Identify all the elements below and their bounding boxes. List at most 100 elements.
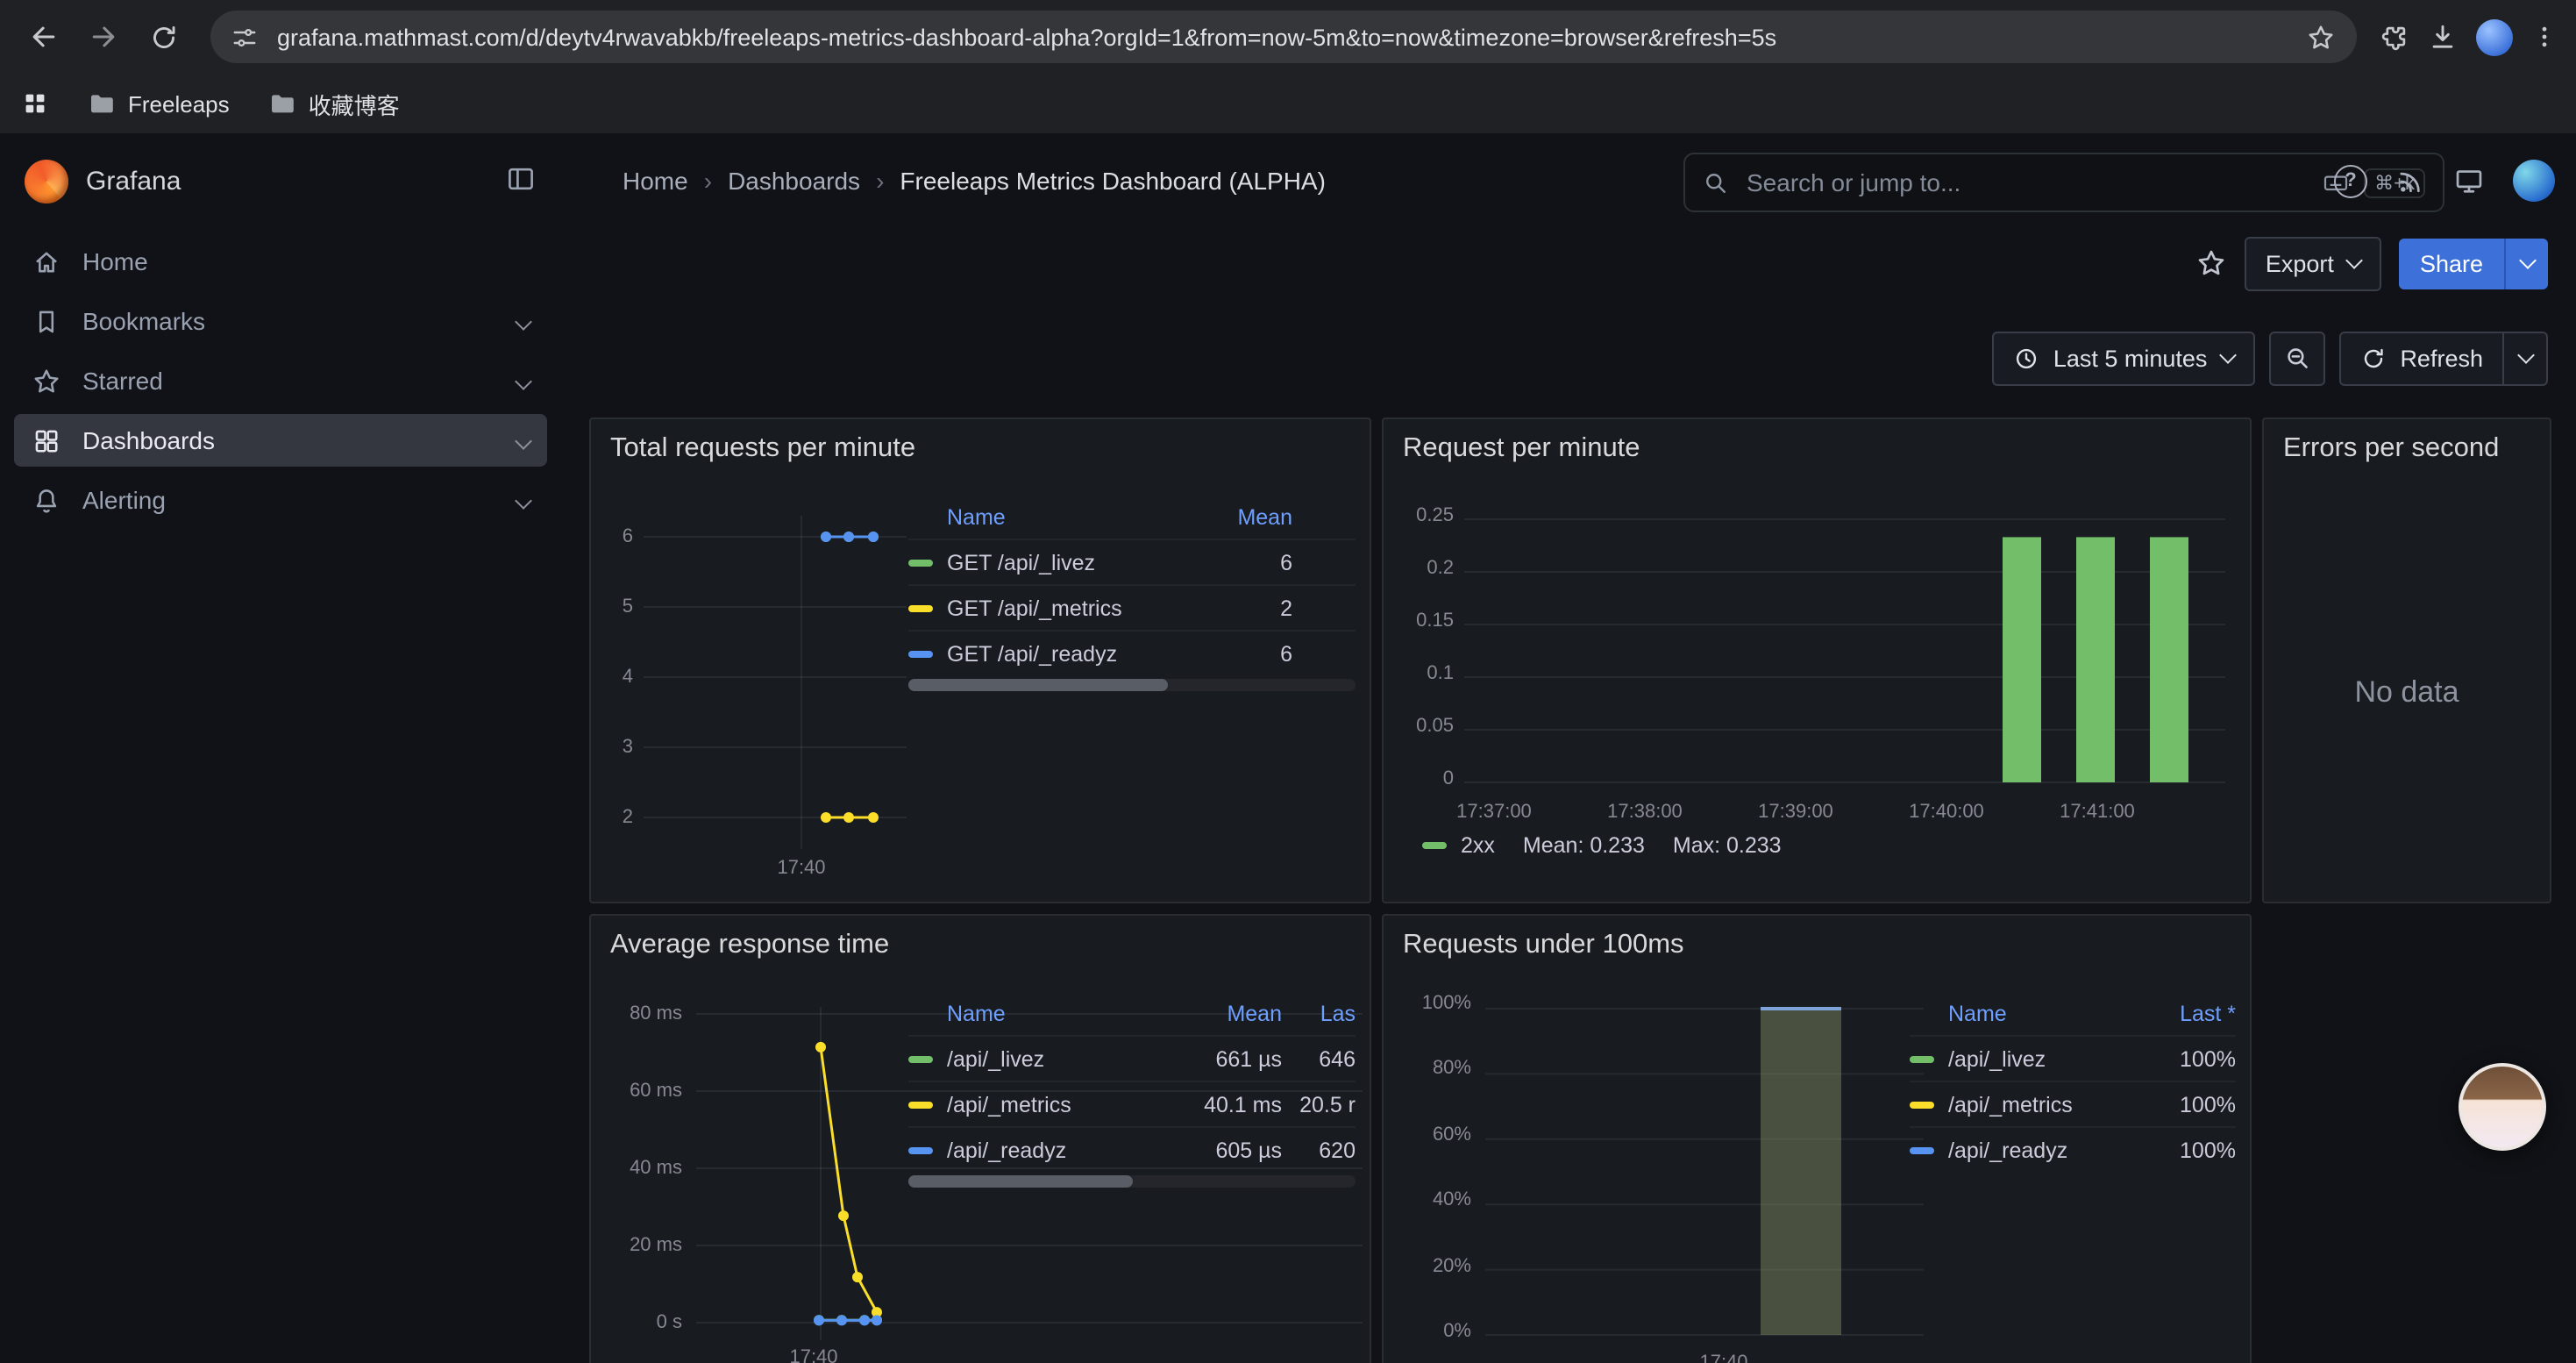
home-icon <box>32 246 61 276</box>
series-name[interactable]: /api/_readyz <box>947 1138 1066 1162</box>
chevron-down-icon[interactable] <box>515 372 532 389</box>
panel-errors-per-second: Errors per second No data <box>2262 417 2551 903</box>
breadcrumb-home[interactable]: Home <box>623 167 688 195</box>
series-swatch[interactable] <box>908 559 933 566</box>
y-tick: 0 s <box>591 1312 682 1333</box>
panel-title[interactable]: Requests under 100ms <box>1403 930 1684 961</box>
legend-header: Name Mean Las <box>908 993 1356 1035</box>
legend-col-name[interactable]: Name <box>1910 1002 2152 1026</box>
legend-col-name[interactable]: Name <box>908 505 1219 530</box>
share-menu-button[interactable] <box>2504 238 2548 289</box>
series-swatch[interactable] <box>908 1055 933 1062</box>
series-swatch[interactable] <box>908 604 933 611</box>
sidebar-item-dashboards[interactable]: Dashboards <box>14 414 547 467</box>
series-swatch[interactable] <box>908 650 933 657</box>
panel-title[interactable]: Request per minute <box>1403 433 1640 465</box>
star-icon <box>32 366 61 396</box>
legend-header: Name Mean <box>908 496 1356 539</box>
series-name[interactable]: GET /api/_metrics <box>947 596 1122 620</box>
legend-col-last[interactable]: Last * <box>2152 1002 2236 1026</box>
sidebar-item-alerting[interactable]: Alerting <box>14 474 547 526</box>
chevron-down-icon <box>2345 252 2363 269</box>
url-bar[interactable] <box>210 11 2357 63</box>
help-icon[interactable]: ? <box>2334 164 2367 197</box>
back-button[interactable] <box>18 11 70 63</box>
bookmark-item-freeleaps[interactable]: Freeleaps <box>88 89 230 118</box>
apps-grid-icon[interactable] <box>21 89 49 118</box>
chevron-down-icon[interactable] <box>515 312 532 330</box>
search-input[interactable] <box>1743 167 2308 198</box>
export-label: Export <box>2266 250 2334 276</box>
user-avatar[interactable] <box>2513 160 2555 202</box>
panel-title[interactable]: Errors per second <box>2283 433 2499 465</box>
series-swatch[interactable] <box>1910 1055 1934 1062</box>
kebab-menu-icon[interactable] <box>2530 23 2558 51</box>
sidebar-item-label: Starred <box>82 367 163 395</box>
chevron-down-icon[interactable] <box>515 432 532 449</box>
legend-col-name[interactable]: Name <box>908 1002 1184 1026</box>
back-arrow-icon <box>28 21 60 53</box>
request-per-minute-chart[interactable] <box>1464 507 2225 788</box>
series-name[interactable]: /api/_livez <box>1948 1046 2046 1071</box>
y-tick: 0.25 <box>1384 505 1454 526</box>
requests-under-100ms-chart[interactable] <box>1485 1007 1924 1340</box>
y-tick: 60 ms <box>591 1081 682 1102</box>
bookmark-star-icon[interactable] <box>2306 22 2336 52</box>
sidebar-toggle-icon[interactable] <box>505 163 537 195</box>
legend-col-last[interactable]: Las <box>1282 1002 1356 1026</box>
breadcrumb-dashboards[interactable]: Dashboards <box>728 167 860 195</box>
browser-toolbar <box>0 0 2576 74</box>
forward-button[interactable] <box>77 11 130 63</box>
series-name[interactable]: GET /api/_livez <box>947 550 1095 574</box>
legend-scrollbar-thumb[interactable] <box>908 1175 1132 1188</box>
share-split-button: Share <box>2399 238 2548 289</box>
series-name[interactable]: /api/_livez <box>947 1046 1044 1071</box>
total-requests-chart[interactable] <box>644 516 907 849</box>
chevron-down-icon[interactable] <box>515 491 532 509</box>
panel-title[interactable]: Average response time <box>610 930 889 961</box>
rss-icon[interactable] <box>2395 166 2425 196</box>
reload-button[interactable] <box>137 11 189 63</box>
legend-col-mean[interactable]: Mean <box>1219 505 1292 530</box>
url-input[interactable] <box>274 22 2290 52</box>
export-button[interactable]: Export <box>2245 236 2381 290</box>
assistant-avatar-widget[interactable] <box>2459 1063 2546 1151</box>
extensions-icon[interactable] <box>2378 21 2409 53</box>
dashboard-toolbar: Export Share <box>2195 237 2548 289</box>
series-swatch[interactable] <box>1910 1101 1934 1108</box>
series-name[interactable]: /api/_metrics <box>1948 1092 2073 1117</box>
site-settings-icon[interactable] <box>231 24 258 50</box>
panel-request-per-minute: Request per minute 0.25 0.2 0.15 0.1 0.0… <box>1382 417 2252 903</box>
legend-scrollbar-thumb[interactable] <box>908 679 1168 691</box>
refresh-button[interactable]: Refresh <box>2340 332 2502 383</box>
refresh-interval-button[interactable] <box>2502 332 2546 383</box>
grafana-brand[interactable]: Grafana <box>25 133 181 228</box>
x-tick: 17:39:00 <box>1740 802 1852 823</box>
series-swatch[interactable] <box>908 1101 933 1108</box>
series-name[interactable]: /api/_metrics <box>947 1092 1071 1117</box>
favorite-star-icon[interactable] <box>2195 247 2227 279</box>
legend-item-2xx[interactable]: 2xx <box>1422 833 1495 858</box>
series-name[interactable]: /api/_readyz <box>1948 1138 2067 1162</box>
sidebar-item-starred[interactable]: Starred <box>14 354 547 407</box>
share-button[interactable]: Share <box>2399 238 2504 289</box>
sidebar-item-bookmarks[interactable]: Bookmarks <box>14 295 547 347</box>
browser-profile-avatar[interactable] <box>2476 18 2513 55</box>
legend-scrollbar[interactable] <box>908 1175 1356 1188</box>
sidebar-item-home[interactable]: Home <box>14 235 547 288</box>
series-swatch[interactable] <box>1910 1146 1934 1153</box>
monitor-icon[interactable] <box>2453 165 2485 196</box>
zoom-out-button[interactable] <box>2268 331 2324 385</box>
search-box[interactable]: ⌘+k <box>1683 153 2444 212</box>
series-name[interactable]: GET /api/_readyz <box>947 641 1117 666</box>
bookmark-item-blog[interactable]: 收藏博客 <box>268 87 400 120</box>
y-tick: 4 <box>591 667 633 688</box>
legend-scrollbar[interactable] <box>908 679 1356 691</box>
legend-col-mean[interactable]: Mean <box>1184 1002 1282 1026</box>
time-range-picker[interactable]: Last 5 minutes <box>1992 331 2255 385</box>
panel-title[interactable]: Total requests per minute <box>610 433 915 465</box>
download-icon[interactable] <box>2427 21 2459 53</box>
screen: Freeleaps 收藏博客 Grafana Home › Dashboards… <box>0 0 2576 1363</box>
series-swatch[interactable] <box>908 1146 933 1153</box>
panel-average-response-time: Average response time 80 ms 60 ms 40 ms … <box>589 914 1371 1363</box>
